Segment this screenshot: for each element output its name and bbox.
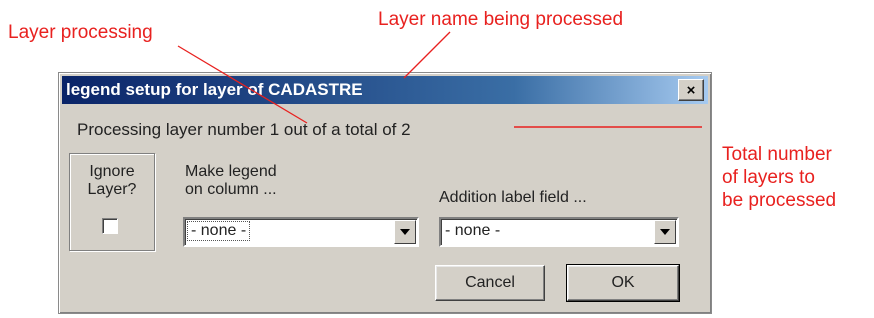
callout-lines bbox=[177, 31, 702, 128]
callout-line-layer-name bbox=[403, 31, 451, 79]
screenshot-canvas: Layer processing Layer name being proces… bbox=[0, 0, 874, 318]
callout-line-layer-processing bbox=[177, 45, 308, 124]
